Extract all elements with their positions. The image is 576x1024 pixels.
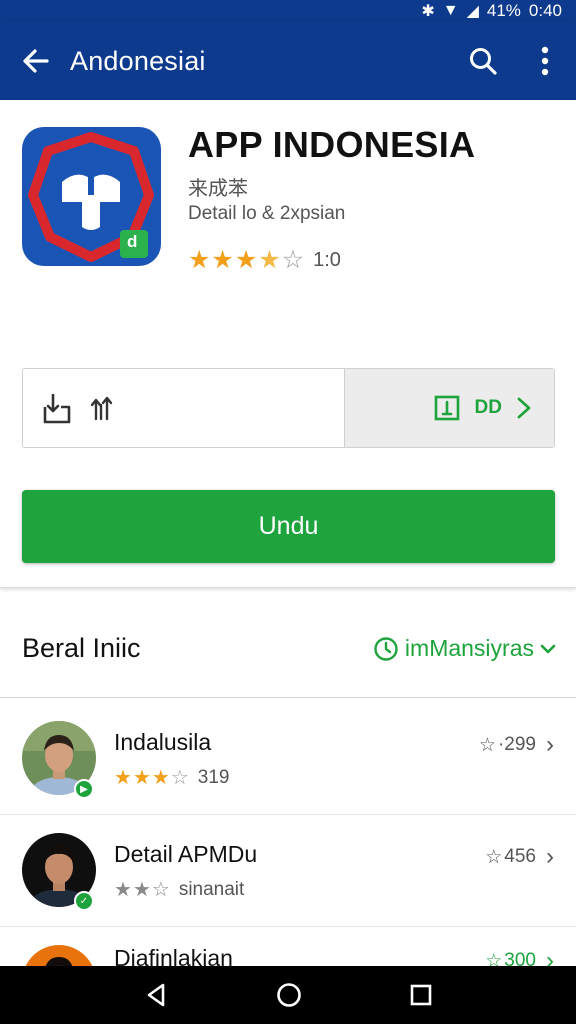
share-panel-right-button[interactable]: DD [344,369,554,447]
section-link[interactable]: imMansiyras [373,635,556,662]
share-panel-left [23,369,344,447]
share-hand-icon[interactable] [41,391,73,425]
clock-icon [374,636,398,661]
section-link-label: imMansiyras [404,635,534,661]
star-empty-icon: ☆ [281,246,306,274]
app-rating: ★ ★ ★ ★ ☆ 1:0 [188,248,341,273]
section-header: Beral Iniic imMansiyras [0,600,576,698]
back-arrow-icon [23,49,49,73]
app-icon: d [22,127,161,266]
overflow-menu-button[interactable] [514,22,576,100]
app-icon-badge-text: d [127,232,138,251]
share-panel: DD [22,368,555,448]
app-subtitle: 来成苯 [188,178,248,200]
nav-recents-icon[interactable] [410,984,432,1006]
list-item-right-value: 456 [504,846,536,867]
star-icon: ★ [151,767,171,789]
app-logo-icon [28,132,154,262]
chevron-right-icon [517,397,531,419]
chevron-down-icon [540,644,556,653]
star-outline-icon: ☆ [478,734,496,756]
app-bar: Andonesiai [0,22,576,100]
star-icon: ★ [114,879,133,901]
list-item-right: ☆ 456 › [485,843,554,871]
install-button[interactable]: Undu [22,490,555,563]
verified-badge-icon: ▶ [74,779,94,799]
app-header-card: d APP INDONESIA 来成苯 Detail lo & 2xpsian … [0,100,576,588]
app-bar-title: Andonesiai [70,45,206,76]
list-item-name: Detail APMDu [114,841,258,867]
star-outline-icon: ☆ [485,846,503,868]
chevron-right-icon: › [546,843,554,870]
list-item-meta-text: sinanait [178,879,245,900]
share-panel-right-label: DD [474,397,502,418]
list-item[interactable]: ▶ Indalusila ★ ★ ★ ☆ 319 ☆ ·299 › [0,703,576,815]
star-icon: ★ [132,767,152,789]
star-empty-icon: ☆ [170,767,190,789]
rating-value: 1:0 [313,249,341,271]
star-empty-icon: ☆ [151,879,171,901]
star-icon: ★ [114,767,133,789]
list-item[interactable]: ✓ Detail APMDu ★ ★ ☆ sinanait ☆ 456 › [0,815,576,927]
rating-stars: ★ ★ ★ ★ ☆ [188,248,305,273]
list-item-meta: ★ ★ ☆ sinanait [114,879,244,901]
verified-badge-icon: ✓ [74,891,94,911]
list-item-meta-text: 319 [197,767,230,788]
wifi-icon: ▼ [442,2,459,19]
battery-level: 41% [486,1,521,20]
star-icon: ★ [211,246,235,274]
status-bar: ✱ ▼ ◢ 41% 0:40 [0,0,576,22]
nav-back-icon[interactable] [144,982,168,1008]
list-item-right: ☆ ·299 › [479,731,554,759]
bluetooth-icon: ✱ [421,3,435,20]
app-name: APP INDONESIA [188,124,476,165]
star-icon: ★ [132,879,152,901]
signal-icon: ◢ [466,3,479,20]
app-developer: Detail lo & 2xpsian [188,203,346,224]
nav-home-icon[interactable] [276,982,302,1008]
star-half-icon: ★ [258,246,282,274]
search-icon [470,48,497,75]
list-item-meta: ★ ★ ★ ☆ 319 [114,767,229,789]
upload-arrows-icon[interactable] [89,393,115,423]
search-button[interactable] [452,22,514,100]
list-item-right-value: ·299 [497,734,536,755]
rating-stars: ★ ★ ☆ [114,880,171,900]
star-icon: ★ [234,246,259,274]
chevron-right-icon: › [546,731,554,758]
system-nav-bar [0,966,576,1024]
more-vert-icon [541,46,549,76]
list-item-name: Indalusila [114,729,212,755]
back-button[interactable] [0,22,70,100]
rating-stars: ★ ★ ★ ☆ [114,768,190,788]
star-icon: ★ [188,246,212,274]
clock: 0:40 [528,1,562,20]
bookmark-icon [434,395,459,421]
section-title: Beral Iniic [22,633,141,663]
